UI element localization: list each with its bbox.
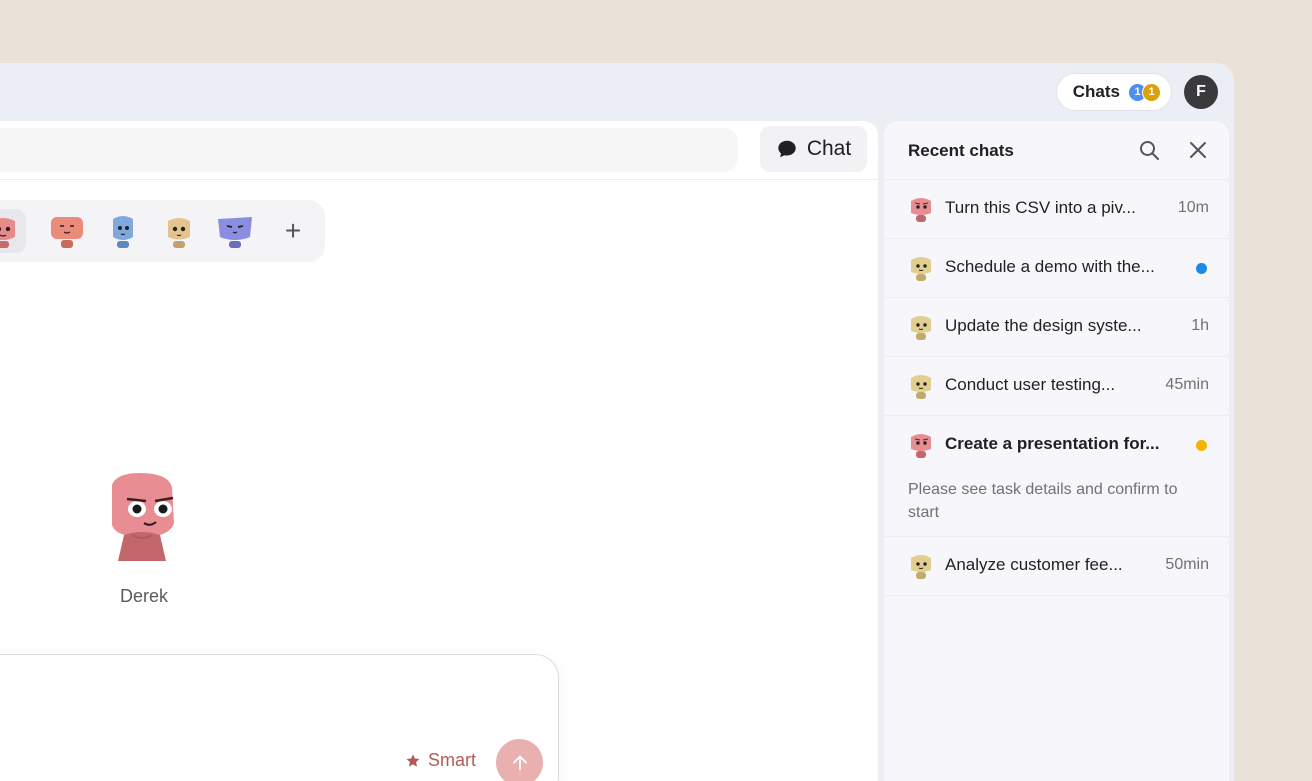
chat-title: Create a presentation for... xyxy=(945,434,1160,453)
purple-agent-icon xyxy=(218,217,252,248)
chat-subtitle: Please see task details and confirm to s… xyxy=(908,481,1178,521)
chats-toggle-button[interactable]: Chats 1 1 xyxy=(1055,73,1172,111)
title-bar-field[interactable] xyxy=(0,128,738,172)
pink-agent-icon xyxy=(911,434,931,458)
blue-agent-icon xyxy=(113,216,133,248)
derek-avatar-icon xyxy=(112,473,174,561)
pink-agent-icon xyxy=(911,198,931,222)
pending-dot xyxy=(1196,440,1207,451)
agent-option-derek[interactable] xyxy=(0,209,26,253)
main-header: Chat xyxy=(0,121,878,180)
chat-title: Conduct user testing... xyxy=(945,375,1116,394)
chat-time: 45min xyxy=(1165,376,1209,393)
add-agent-button[interactable]: + xyxy=(276,209,310,253)
chat-button-label: Chat xyxy=(806,137,852,160)
chat-list-item[interactable]: Update the design syste... 1h xyxy=(884,298,1229,357)
tan-agent-icon xyxy=(911,555,931,579)
chat-list-item[interactable]: Schedule a demo with the... xyxy=(884,239,1229,298)
smart-mode-toggle[interactable]: Smart xyxy=(405,750,476,771)
chats-label: Chats xyxy=(1072,82,1120,101)
chat-title: Update the design syste... xyxy=(945,316,1142,335)
user-avatar[interactable]: F xyxy=(1184,75,1218,109)
pink-agent-icon xyxy=(0,218,15,248)
chat-time: 1h xyxy=(1191,317,1209,334)
close-icon[interactable] xyxy=(1186,138,1210,162)
tan-agent-icon xyxy=(168,218,190,248)
send-button[interactable] xyxy=(496,739,543,781)
agent-option-tan[interactable] xyxy=(156,209,202,253)
smart-mode-label: Smart xyxy=(428,750,477,770)
chat-list-item[interactable]: Turn this CSV into a piv... 10m xyxy=(884,180,1229,239)
chat-button[interactable]: Chat xyxy=(760,126,867,172)
tan-agent-icon xyxy=(911,257,931,281)
tan-agent-icon xyxy=(911,316,931,340)
red-agent-icon xyxy=(51,217,83,248)
chat-list-item[interactable]: Conduct user testing... 45min xyxy=(884,357,1229,416)
chat-title: Analyze customer fee... xyxy=(945,555,1123,574)
agent-option-red[interactable] xyxy=(44,209,90,253)
search-icon[interactable] xyxy=(1137,138,1161,162)
agent-selector: + xyxy=(0,200,325,262)
main-chat-area: Chat + Derek Smart xyxy=(0,121,878,781)
chat-list-item[interactable]: Analyze customer fee... 50min xyxy=(884,537,1229,596)
chat-title: Schedule a demo with the... xyxy=(945,257,1155,276)
agent-option-blue[interactable] xyxy=(100,209,146,253)
chat-time: 50min xyxy=(1165,556,1209,573)
tan-agent-icon xyxy=(911,375,931,399)
plus-icon: + xyxy=(284,215,302,246)
unread-dot xyxy=(1196,263,1207,274)
top-right-controls: Chats 1 1 F xyxy=(1055,73,1218,111)
chat-badges: 1 1 xyxy=(1128,82,1161,102)
agent-name: Derek xyxy=(119,586,168,606)
star-icon xyxy=(406,753,420,767)
message-composer[interactable]: Smart xyxy=(0,654,559,781)
pending-badge-gold: 1 xyxy=(1142,82,1161,102)
recent-chats-panel: Recent chats Turn this CSV into a piv...… xyxy=(884,121,1229,781)
chat-bubble-icon xyxy=(778,140,796,158)
panel-title: Recent chats xyxy=(908,141,1014,160)
agent-option-purple[interactable] xyxy=(212,209,258,253)
chat-time: 10m xyxy=(1177,199,1209,216)
panel-header: Recent chats xyxy=(884,121,1229,180)
chat-title: Turn this CSV into a piv... xyxy=(945,198,1136,217)
chat-list-item[interactable]: Create a presentation for... Please see … xyxy=(884,416,1229,537)
app-window: Chats 1 1 F Chat + Derek Smart Recent ch… xyxy=(0,63,1234,781)
arrow-up-icon xyxy=(512,755,527,770)
